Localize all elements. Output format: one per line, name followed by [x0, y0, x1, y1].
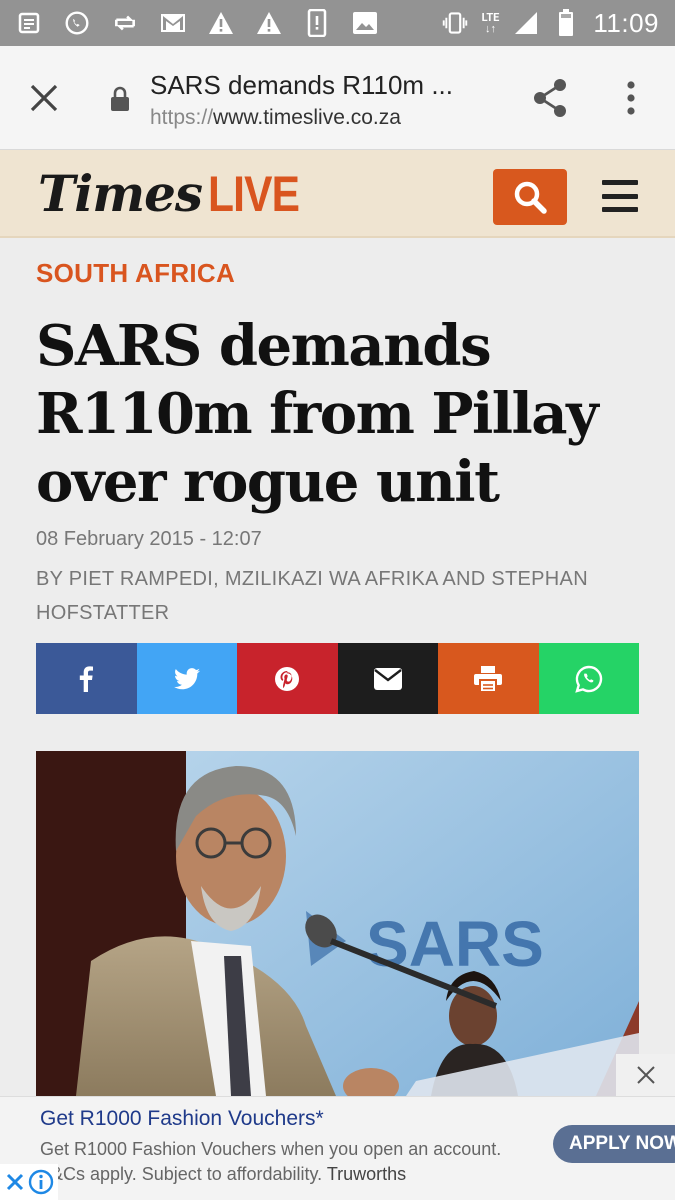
- url-host: www.timeslive.co.za: [213, 106, 401, 129]
- status-bar: LTE ↓↑ 11:09: [0, 0, 675, 46]
- photo-sign-text: SARS: [366, 908, 544, 980]
- phone-alert-icon: [304, 9, 330, 37]
- alert-icon-2: [256, 10, 282, 36]
- search-button[interactable]: [493, 169, 567, 225]
- lock-icon: [110, 86, 130, 112]
- ad-brand: Truworths: [326, 1164, 407, 1184]
- share-icon[interactable]: [532, 78, 568, 122]
- share-whatsapp-button[interactable]: [538, 643, 639, 714]
- browser-toolbar: SARS demands R110m ... https://www.times…: [0, 46, 675, 150]
- logo-live: LIVE: [208, 166, 300, 222]
- email-icon: [373, 667, 402, 690]
- ad-title[interactable]: Get R1000 Fashion Vouchers*: [40, 1107, 324, 1131]
- image-icon: [352, 10, 378, 36]
- info-icon: [28, 1169, 54, 1195]
- pinterest-icon: [275, 666, 300, 691]
- section-label[interactable]: SOUTH AFRICA: [36, 258, 235, 289]
- print-button[interactable]: [438, 643, 539, 714]
- url-bar[interactable]: https://www.timeslive.co.za: [150, 106, 401, 130]
- share-email-button[interactable]: [337, 643, 438, 714]
- gmail-icon: [160, 10, 186, 36]
- article-headline: SARS demands R110m from Pillay over rogu…: [36, 313, 599, 515]
- timeslive-logo[interactable]: Times LIVE: [38, 164, 315, 223]
- article-byline: BY PIET RAMPEDI, MZILIKAZI WA AFRIKA AND…: [36, 568, 588, 624]
- url-scheme: https://: [150, 106, 214, 129]
- page-title[interactable]: SARS demands R110m ...: [150, 70, 453, 101]
- vibrate-icon: [442, 10, 468, 36]
- notes-icon: [16, 10, 42, 36]
- sync-icon: [112, 10, 138, 36]
- ad-banner[interactable]: Get R1000 Fashion Vouchers* Get R1000 Fa…: [0, 1096, 675, 1200]
- search-icon: [514, 181, 547, 214]
- close-icon[interactable]: [26, 80, 62, 116]
- share-pinterest-button[interactable]: [237, 643, 338, 714]
- site-header: Times LIVE: [0, 150, 675, 238]
- printer-icon: [474, 665, 503, 692]
- battery-icon: [553, 9, 579, 36]
- logo-times: Times: [38, 164, 203, 223]
- clock: 11:09: [593, 7, 659, 38]
- share-facebook-button[interactable]: [36, 643, 137, 714]
- article-photo[interactable]: SARS: [36, 751, 639, 1096]
- network-type: LTE ↓↑: [481, 11, 500, 35]
- ad-body-line-2: T&Cs apply. Subject to affordability.: [40, 1164, 323, 1184]
- twitter-icon: [173, 667, 200, 689]
- ad-close-button[interactable]: [616, 1054, 675, 1096]
- ad-choices[interactable]: [0, 1164, 58, 1200]
- hamburger-menu-icon[interactable]: [602, 180, 638, 212]
- article-date: 08 February 2015 - 12:07: [36, 528, 262, 550]
- whatsapp-icon: [574, 665, 602, 693]
- share-twitter-button[interactable]: [136, 643, 237, 714]
- close-icon: [6, 1173, 24, 1191]
- share-bar: [36, 643, 639, 714]
- signal-icon: [513, 10, 539, 36]
- apply-now-button[interactable]: APPLY NOW: [553, 1125, 675, 1163]
- ad-body: Get R1000 Fashion Vouchers when you open…: [40, 1137, 540, 1187]
- whatsapp-notification-icon: [64, 10, 90, 36]
- alert-icon: [208, 10, 234, 36]
- ad-body-line-1: Get R1000 Fashion Vouchers when you open…: [40, 1139, 502, 1159]
- close-icon: [636, 1066, 655, 1084]
- facebook-icon: [80, 665, 94, 692]
- more-options-icon[interactable]: [624, 80, 638, 116]
